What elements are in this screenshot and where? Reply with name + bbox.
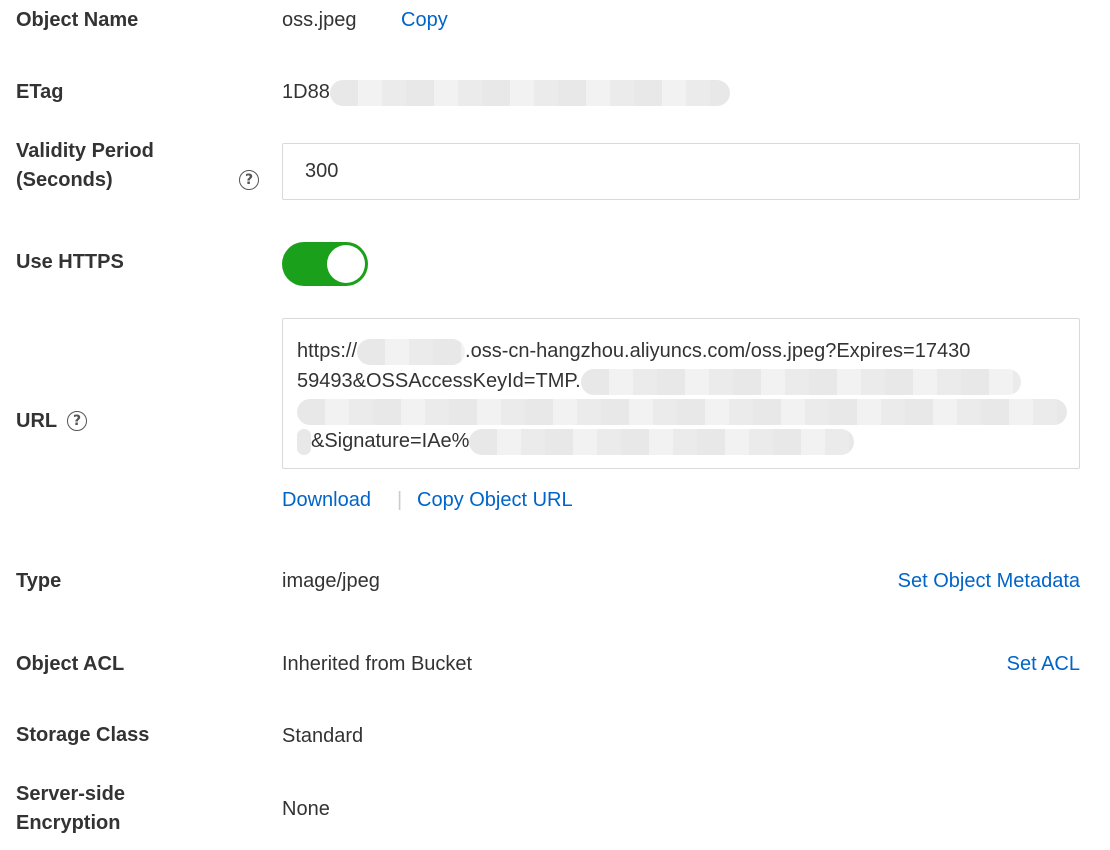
type-label: Type: [16, 570, 62, 592]
copy-object-url-link[interactable]: Copy Object URL: [417, 486, 573, 515]
etag-label: ETag: [16, 81, 64, 103]
validity-period-label: Validity Period (Seconds): [16, 137, 154, 195]
type-value: image/jpeg: [282, 570, 380, 592]
validity-period-input[interactable]: 300: [282, 143, 1080, 200]
encryption-label-line2: Encryption: [16, 812, 121, 834]
use-https-label: Use HTTPS: [16, 251, 124, 273]
url-token-end-blur: [297, 428, 311, 455]
encryption-value: None: [282, 798, 330, 820]
etag-value-prefix: 1D88: [282, 81, 330, 103]
toggle-knob: [327, 245, 365, 283]
actions-separator: |: [397, 489, 403, 511]
object-acl-label: Object ACL: [16, 653, 125, 675]
validity-label-line1: Validity Period: [16, 140, 154, 162]
object-name-label: Object Name: [16, 9, 139, 31]
copy-object-name-button[interactable]: Copy: [401, 6, 448, 35]
url-signature-blur: [469, 428, 855, 455]
url-line1-prefix: https://: [297, 340, 358, 362]
object-name-value: oss.jpeg: [282, 9, 357, 31]
url-textarea[interactable]: https:// .oss-cn-hangzhou.aliyuncs.com/os…: [282, 318, 1080, 469]
url-line-1: https:// .oss-cn-hangzhou.aliyuncs.com/os…: [297, 336, 1065, 366]
url-line-3: [297, 396, 1067, 426]
url-line1-suffix: .oss-cn-hangzhou.aliyuncs.com/oss.jpeg?E…: [465, 340, 971, 362]
use-https-toggle[interactable]: [282, 242, 368, 286]
url-label: URL: [16, 410, 58, 432]
download-link[interactable]: Download: [282, 486, 371, 515]
url-bucket-blur: [357, 338, 466, 365]
url-line-4: &Signature=IAe%: [297, 426, 1065, 456]
storage-class-value: Standard: [282, 725, 364, 747]
url-line2-prefix: 59493&OSSAccessKeyId=TMP.: [297, 370, 581, 392]
encryption-label: Server-side Encryption: [16, 780, 125, 838]
url-line4-text: &Signature=IAe%: [311, 430, 470, 452]
validity-help-icon[interactable]: ?: [239, 170, 259, 190]
storage-class-label: Storage Class: [16, 724, 150, 746]
set-object-metadata-link[interactable]: Set Object Metadata: [898, 567, 1080, 596]
url-token-blur: [297, 398, 1067, 425]
object-acl-value: Inherited from Bucket: [282, 653, 473, 675]
set-acl-link[interactable]: Set ACL: [1007, 650, 1080, 679]
etag-value: 1D88: [282, 78, 730, 107]
validity-label-line2: (Seconds): [16, 169, 113, 191]
url-keyid-blur: [580, 368, 1021, 395]
etag-redacted-blur: [329, 79, 730, 106]
url-help-icon[interactable]: ?: [67, 411, 87, 431]
url-line-2: 59493&OSSAccessKeyId=TMP.: [297, 366, 1065, 396]
encryption-label-line1: Server-side: [16, 783, 125, 805]
